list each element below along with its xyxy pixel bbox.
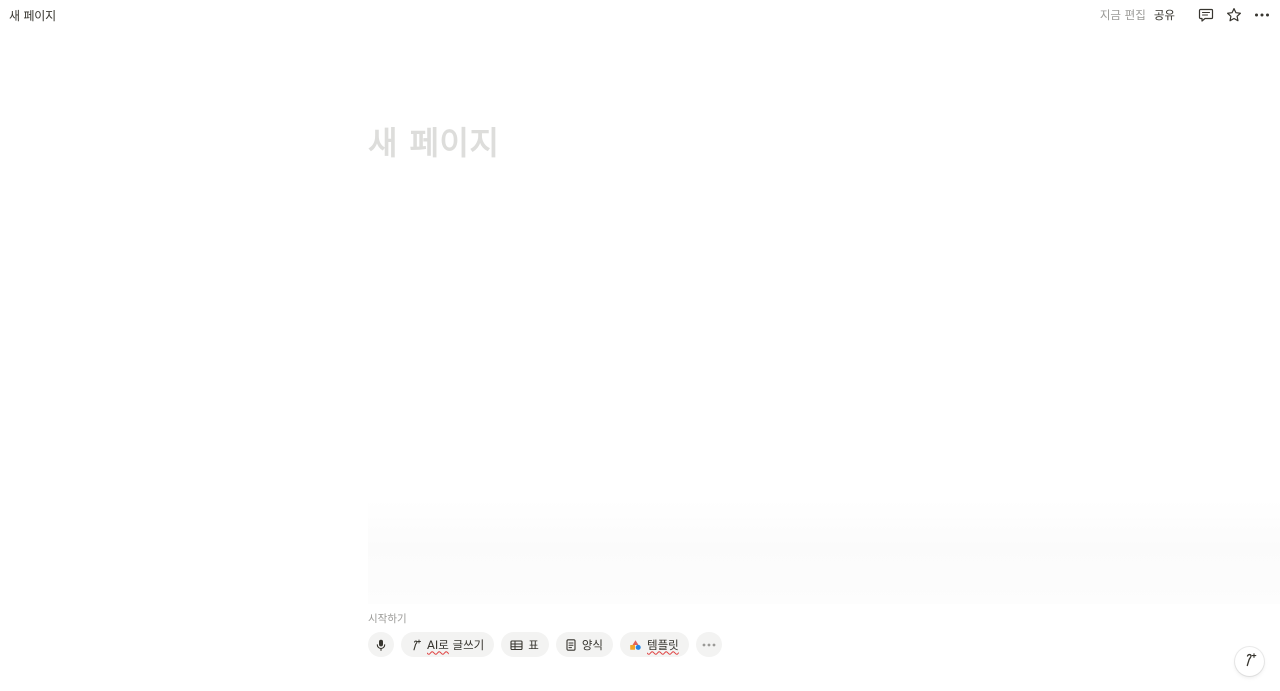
- form-label: 양식: [581, 637, 604, 652]
- share-button[interactable]: 공유: [1154, 7, 1175, 23]
- ai-write-label-prefix: AI로: [427, 637, 449, 652]
- get-started-label: 시작하기: [368, 613, 407, 625]
- voice-input-button[interactable]: [368, 632, 394, 657]
- topbar-actions: 지금 편집 공유: [1100, 0, 1272, 30]
- last-edited-label: 지금 편집: [1099, 8, 1146, 22]
- ai-write-button[interactable]: AI로 글쓰기: [401, 632, 495, 657]
- ai-assistant-button[interactable]: [1235, 647, 1264, 676]
- microphone-icon: [375, 639, 387, 651]
- table-label: 표: [528, 637, 539, 652]
- ai-assistant-icon: [1242, 652, 1258, 672]
- star-icon[interactable]: [1224, 5, 1244, 25]
- empty-content-area: [368, 500, 1280, 604]
- table-button[interactable]: 표: [501, 632, 549, 657]
- templates-icon: [629, 639, 642, 651]
- top-bar: 새 페이지 지금 편집 공유: [0, 0, 1280, 30]
- breadcrumb-page-title[interactable]: 새 페이지: [9, 7, 56, 24]
- starter-actions: AI로 글쓰기 표 양식 템플릿: [368, 632, 729, 657]
- ai-write-label-suffix: 글쓰기: [448, 637, 485, 652]
- form-icon: [565, 638, 577, 651]
- form-button[interactable]: 양식: [555, 632, 614, 657]
- templates-label: 템플릿: [647, 637, 679, 652]
- comment-icon[interactable]: [1196, 5, 1216, 25]
- templates-button[interactable]: 템플릿: [620, 632, 689, 657]
- table-icon: [510, 639, 523, 651]
- more-options-button[interactable]: [695, 632, 722, 657]
- ai-sparkle-icon: [410, 639, 422, 651]
- more-horizontal-icon[interactable]: [1252, 5, 1272, 25]
- more-horizontal-icon: [702, 643, 716, 647]
- page-title-placeholder[interactable]: 새 페이지: [368, 118, 499, 164]
